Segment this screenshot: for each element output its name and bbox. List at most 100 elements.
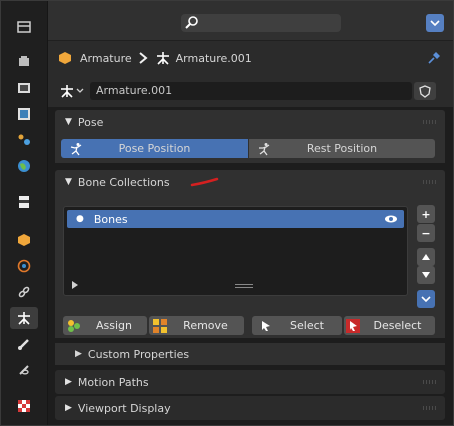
tab-view-layer[interactable] — [10, 103, 38, 125]
world-icon — [18, 160, 30, 172]
assign-label: Assign — [96, 319, 132, 332]
render-icon — [19, 56, 29, 66]
tab-tool[interactable] — [10, 16, 38, 38]
breadcrumb-object: Armature — [80, 51, 132, 65]
pose-position-button[interactable]: Pose Position — [61, 139, 248, 158]
deselect-label: Deselect — [373, 319, 422, 332]
specials-dropdown[interactable] — [417, 290, 435, 308]
object-icon — [59, 52, 71, 64]
tab-bone[interactable] — [10, 333, 38, 355]
tab-render[interactable] — [10, 51, 38, 73]
remove-collection-button[interactable]: − — [417, 224, 435, 242]
remove-label: Remove — [183, 319, 228, 332]
viewport-display-title: Viewport Display — [77, 401, 171, 415]
deselect-button[interactable]: Deselect — [344, 316, 435, 335]
add-label: + — [421, 207, 431, 221]
tab-scene[interactable] — [10, 129, 38, 151]
chevron-down-icon — [421, 296, 431, 303]
pin-icon[interactable] — [427, 51, 441, 65]
search-icon — [185, 16, 198, 29]
datablock-selector: Armature.001 — [48, 75, 453, 107]
motion-paths-header[interactable]: ▶ Motion Paths — [55, 370, 445, 394]
datablock-name-field[interactable]: Armature.001 — [90, 82, 412, 100]
armature-icon — [156, 52, 169, 65]
deselect-cursor-icon — [346, 318, 360, 333]
tool-icon — [17, 21, 31, 33]
bone-constraint-icon — [19, 365, 29, 375]
chevron-down-icon — [430, 20, 440, 27]
viewport-display-header[interactable]: ▶ Viewport Display — [55, 396, 445, 420]
tab-bone-constraints[interactable] — [10, 359, 38, 381]
bone-icon — [18, 339, 29, 350]
bone-group-assign-icon — [68, 319, 80, 332]
add-collection-button[interactable]: + — [417, 205, 435, 223]
properties-tabs — [1, 1, 48, 425]
collapsed-arrow-icon: ▶ — [75, 349, 82, 359]
tab-world[interactable] — [10, 155, 38, 177]
expand-arrow-icon: ▼ — [65, 177, 72, 187]
bone-collection-name: Bones — [93, 212, 128, 226]
drag-grip-icon[interactable] — [423, 380, 437, 384]
list-resize-grip[interactable] — [235, 284, 253, 288]
tab-armature-data[interactable] — [10, 307, 38, 329]
collapsed-arrow-icon: ▶ — [65, 403, 72, 413]
rest-position-button[interactable]: Rest Position — [249, 139, 435, 158]
constraints-icon — [18, 286, 30, 298]
fake-user-button[interactable] — [414, 82, 436, 100]
move-down-button[interactable] — [417, 266, 435, 284]
pose-panel-header[interactable]: ▼ Pose — [55, 110, 445, 134]
tab-collection[interactable] — [10, 191, 38, 213]
eye-icon[interactable] — [384, 214, 398, 224]
options-dropdown[interactable] — [426, 14, 444, 32]
scene-icon — [18, 134, 30, 145]
object-icon — [18, 234, 30, 246]
armature-icon — [18, 312, 30, 325]
collection-icon — [19, 196, 29, 208]
tab-object[interactable] — [10, 229, 38, 251]
triangle-down-icon — [422, 272, 430, 278]
tab-texture[interactable] — [10, 395, 38, 417]
move-up-button[interactable] — [417, 248, 435, 266]
bullet-icon: ● — [76, 214, 84, 224]
tab-physics[interactable] — [10, 255, 38, 277]
datablock-browse-button[interactable] — [60, 82, 90, 100]
list-item[interactable]: ● Bones — [67, 210, 404, 228]
chevron-right-icon — [139, 52, 148, 64]
drag-grip-icon[interactable] — [423, 180, 437, 184]
tab-output[interactable] — [10, 77, 38, 99]
collapsed-arrow-icon: ▶ — [65, 377, 72, 387]
bone-group-remove-icon — [153, 318, 167, 333]
expand-arrow-icon[interactable] — [71, 281, 79, 289]
bone-collections-header[interactable]: ▼ Bone Collections — [55, 170, 445, 194]
pose-panel-title: Pose — [77, 115, 104, 129]
triangle-up-icon — [422, 254, 430, 260]
bone-collections-list[interactable]: ● Bones — [63, 206, 408, 296]
armature-icon — [61, 85, 73, 98]
chevron-down-icon — [76, 88, 84, 93]
breadcrumb-data: Armature.001 — [175, 51, 252, 65]
output-icon — [18, 83, 30, 93]
header — [48, 1, 453, 41]
remove-button[interactable]: Remove — [149, 316, 244, 335]
custom-properties-header[interactable]: ▶ Custom Properties — [55, 343, 445, 365]
custom-properties-title: Custom Properties — [87, 347, 190, 361]
annotation-mark — [190, 177, 218, 187]
drag-grip-icon[interactable] — [423, 120, 437, 124]
view-layer-icon — [18, 108, 30, 120]
select-label: Select — [290, 319, 324, 332]
assign-button[interactable]: Assign — [63, 316, 147, 335]
cursor-icon — [262, 320, 270, 331]
pose-position-label: Pose Position — [118, 142, 191, 155]
search-field[interactable] — [181, 14, 341, 32]
drag-grip-icon[interactable] — [423, 406, 437, 410]
shield-icon — [419, 84, 431, 98]
breadcrumb: Armature Armature.001 — [48, 41, 453, 75]
rest-position-label: Rest Position — [306, 142, 378, 155]
tab-constraints[interactable] — [10, 281, 38, 303]
motion-paths-title: Motion Paths — [77, 375, 149, 389]
pose-panel-body: Pose Position Rest Position — [55, 134, 445, 163]
physics-icon — [17, 259, 31, 273]
select-button[interactable]: Select — [252, 316, 342, 335]
remove-label: − — [421, 226, 431, 240]
expand-arrow-icon: ▼ — [65, 117, 72, 127]
